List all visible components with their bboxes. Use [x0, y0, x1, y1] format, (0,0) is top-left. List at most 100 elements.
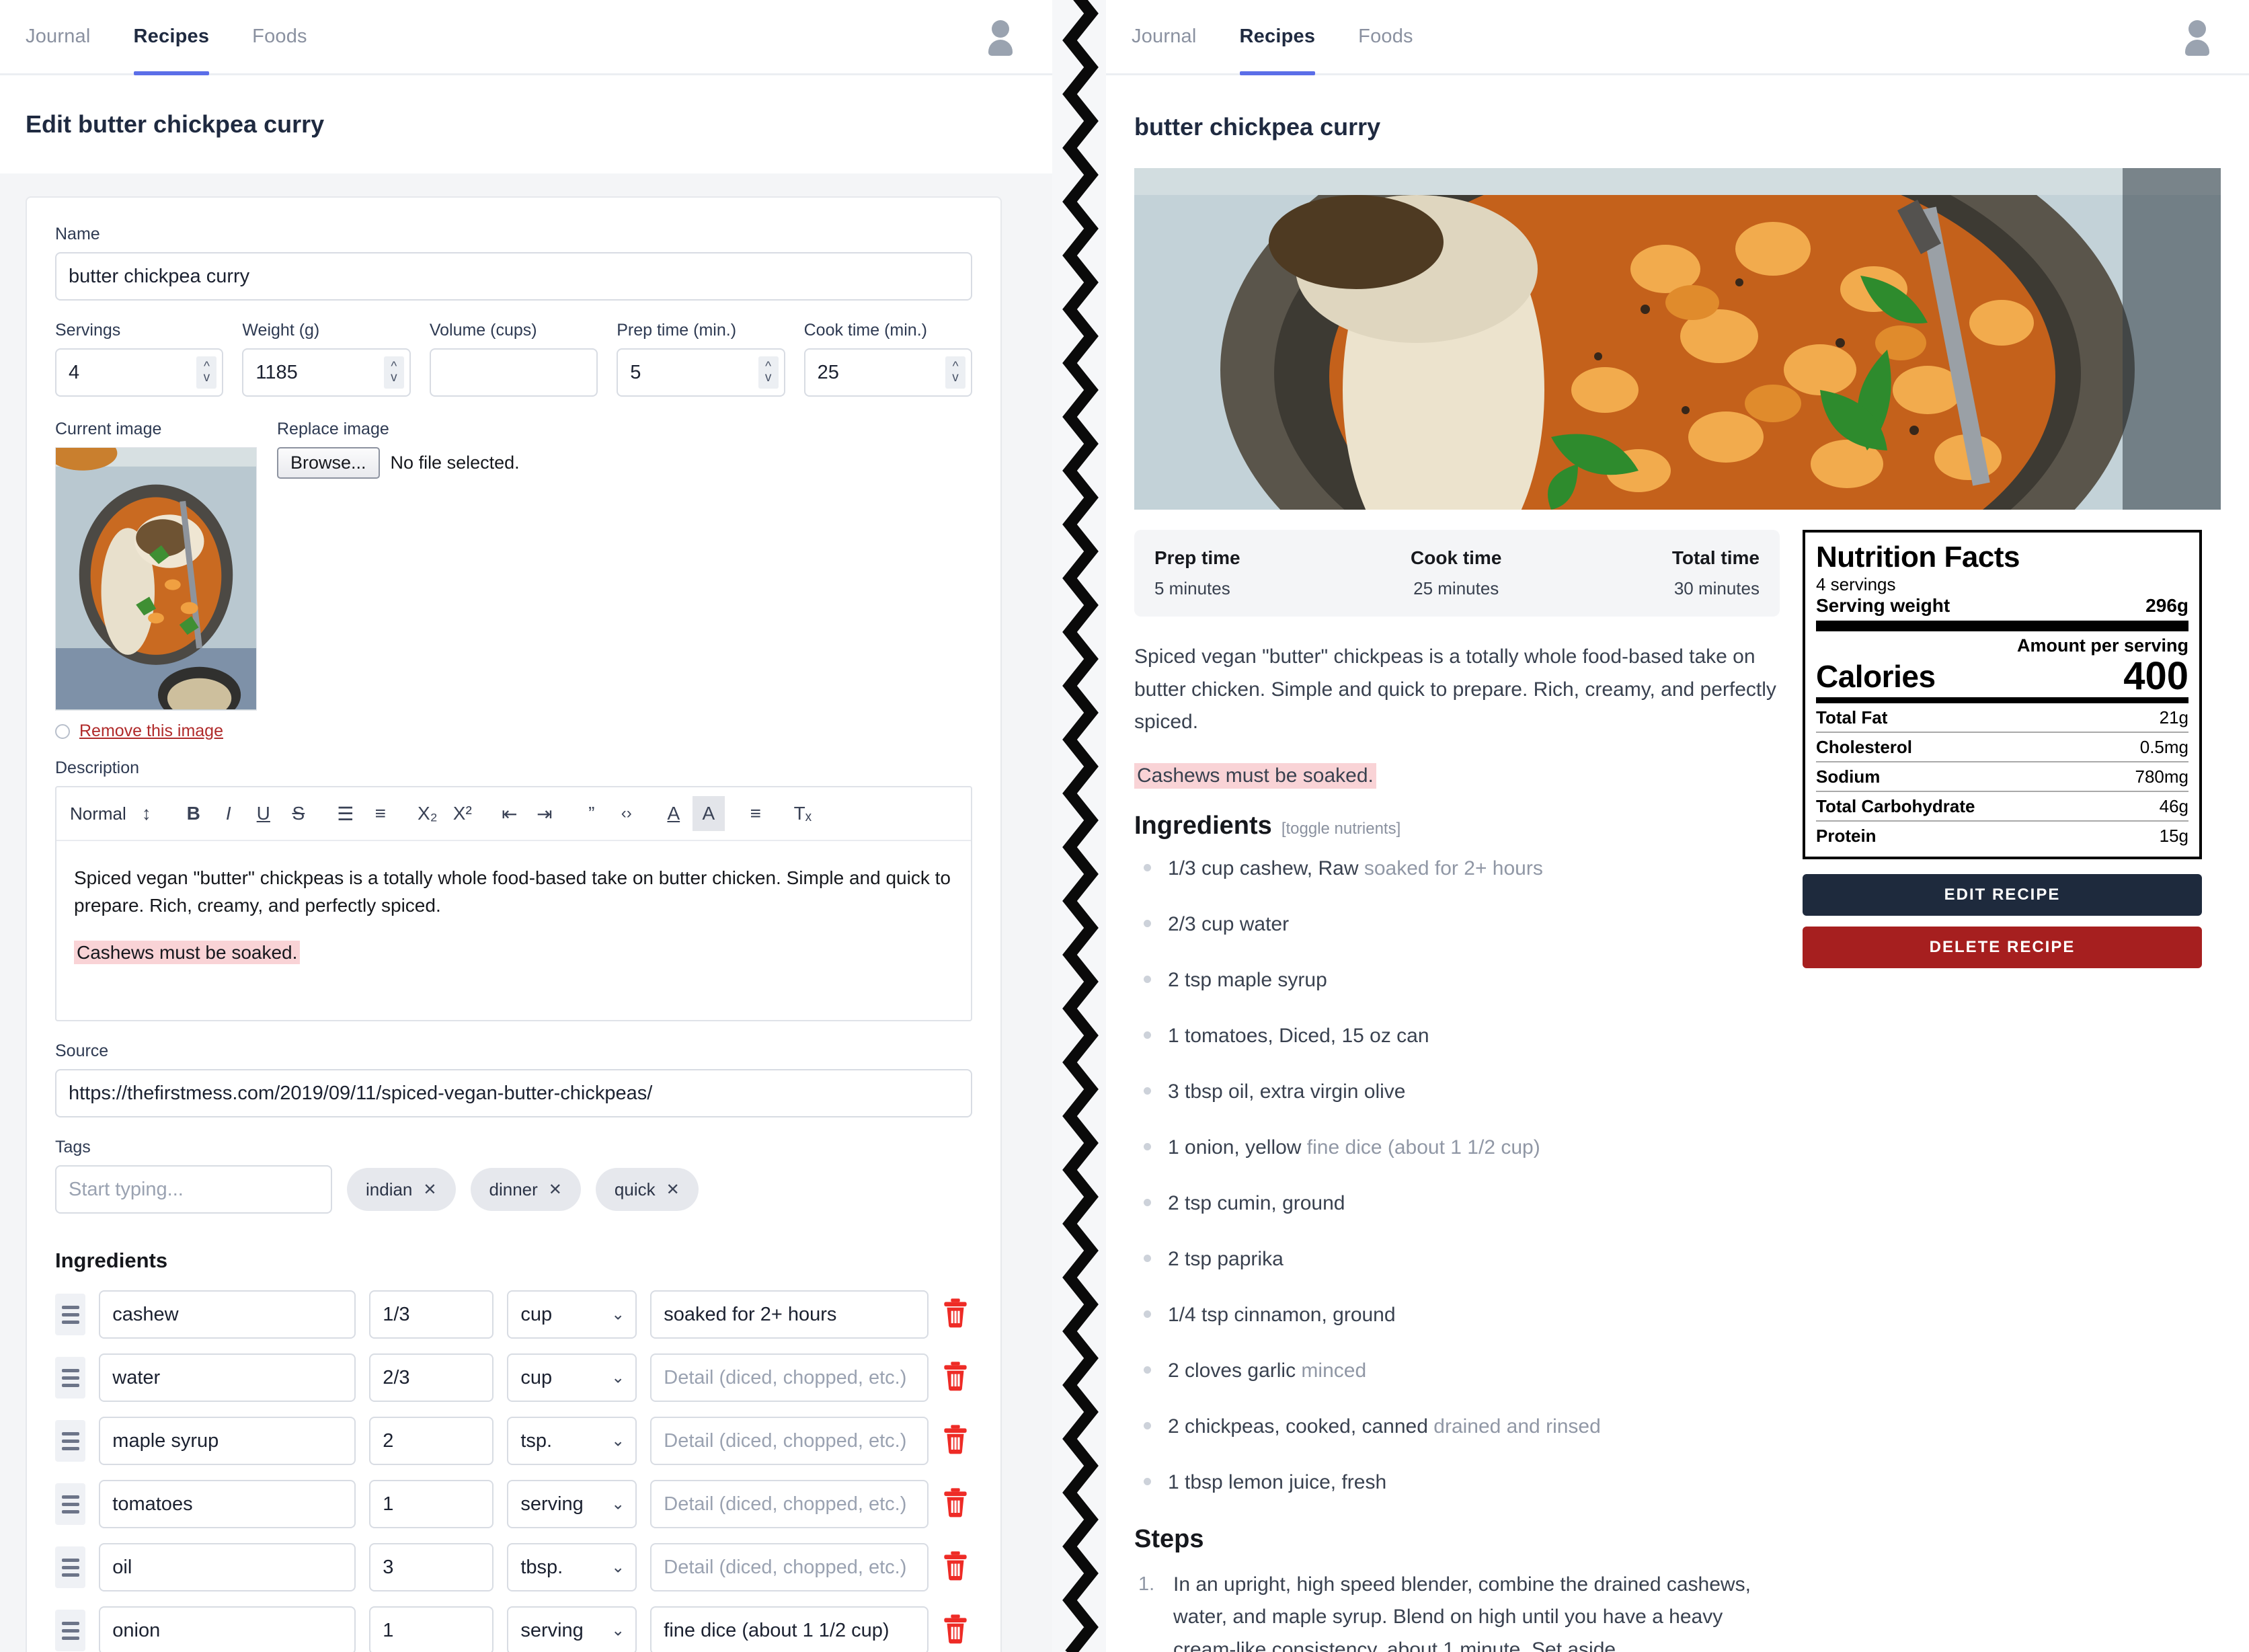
ingredient-quantity-input[interactable] [369, 1417, 494, 1465]
trash-icon[interactable] [942, 1614, 972, 1648]
sidebar-item-foods[interactable]: Foods [1358, 0, 1413, 73]
ingredient-name-input[interactable] [99, 1543, 356, 1591]
ingredient-detail-input[interactable] [650, 1417, 929, 1465]
ingredient-quantity-input[interactable] [369, 1290, 494, 1339]
weight-stepper: ^v [242, 348, 411, 397]
ordered-list-icon[interactable]: ☰ [329, 796, 362, 831]
blockquote-icon[interactable]: ” [576, 796, 608, 831]
nutrient-row: Cholesterol 0.5mg [1816, 733, 2188, 761]
volume-input[interactable] [429, 348, 598, 397]
weight-spin-buttons[interactable]: ^ v [383, 356, 404, 389]
tag-pill-dinner[interactable]: dinner ✕ [470, 1168, 581, 1211]
ingredient-detail-input[interactable] [650, 1543, 929, 1591]
trash-icon[interactable] [942, 1361, 972, 1395]
ingredient-unit-select[interactable]: cuptsp.tbsp.servinggoz [507, 1480, 637, 1528]
ingredient-quantity-input[interactable] [369, 1606, 494, 1652]
ingredient-unit-wrap: cuptsp.tbsp.servinggoz⌄ [507, 1480, 637, 1528]
ingredients-section-title: Ingredients [55, 1249, 168, 1272]
cook-time-spin-buttons[interactable]: ^ v [945, 356, 966, 389]
ingredient-unit-select[interactable]: cuptsp.tbsp.servinggoz [507, 1417, 637, 1465]
user-avatar-icon[interactable] [2180, 19, 2214, 56]
amount-per-serving-label: Amount per serving [2016, 635, 2188, 656]
ingredient-unit-select[interactable]: cuptsp.tbsp.servinggoz [507, 1606, 637, 1652]
text-color-icon[interactable]: A [658, 796, 690, 831]
strikethrough-icon[interactable]: S [282, 796, 315, 831]
ingredient-unit-select[interactable]: cuptsp.tbsp.servinggoz [507, 1290, 637, 1339]
ingredient-main: 2/3 cup water [1168, 912, 1290, 935]
trash-icon[interactable] [942, 1487, 972, 1522]
sidebar-item-recipes[interactable]: Recipes [1239, 0, 1316, 75]
close-icon[interactable]: ✕ [423, 1180, 436, 1199]
tag-pill-quick[interactable]: quick ✕ [595, 1168, 699, 1211]
bold-icon[interactable]: B [177, 796, 210, 831]
toggle-nutrients-link[interactable]: [toggle nutrients] [1281, 820, 1400, 838]
tag-input[interactable] [55, 1165, 332, 1214]
drag-handle-icon[interactable] [55, 1610, 86, 1651]
ingredient-name-input[interactable] [99, 1606, 356, 1652]
format-dropdown-icon[interactable]: ↕ [130, 796, 163, 831]
prep-time-label: Prep time (min.) [617, 321, 737, 340]
right-navbar: Journal Recipes Foods [1106, 0, 2249, 75]
prep-time-spin-buttons[interactable]: ^ v [758, 356, 779, 389]
bullet-list-icon[interactable]: ≡ [364, 796, 397, 831]
remove-image-label[interactable]: Remove this image [79, 721, 223, 741]
ingredient-detail-input[interactable] [650, 1480, 929, 1528]
tags-field-group: Tags indian ✕ dinner ✕ quick [55, 1138, 972, 1214]
tag-label: indian [366, 1179, 413, 1199]
indent-icon[interactable]: ⇥ [528, 796, 561, 831]
sidebar-item-journal[interactable]: Journal [26, 0, 91, 73]
background-color-icon[interactable]: A [692, 796, 725, 831]
ingredient-quantity-input[interactable] [369, 1480, 494, 1528]
code-block-icon[interactable]: ‹› [610, 796, 643, 831]
drag-handle-icon[interactable] [55, 1483, 86, 1525]
subscript-icon[interactable]: X₂ [411, 796, 444, 831]
cook-time-field-group: Cook time (min.) ^v [803, 321, 973, 397]
superscript-icon[interactable]: X² [446, 796, 479, 831]
delete-recipe-button[interactable]: DELETE RECIPE [1803, 927, 2202, 969]
outdent-icon[interactable]: ⇤ [494, 796, 526, 831]
tag-pill-indian[interactable]: indian ✕ [347, 1168, 456, 1211]
clear-format-icon[interactable]: Tₓ [787, 796, 819, 831]
ingredient-name-input[interactable] [99, 1290, 356, 1339]
format-select-label[interactable]: Normal [70, 803, 126, 824]
underline-icon[interactable]: U [247, 796, 280, 831]
sidebar-item-foods[interactable]: Foods [252, 0, 307, 73]
ingredient-unit-select[interactable]: cuptsp.tbsp.servinggoz [507, 1353, 637, 1402]
ingredient-name-input[interactable] [99, 1353, 356, 1402]
editor-content-area[interactable]: Spiced vegan "butter" chickpeas is a tot… [56, 841, 971, 1020]
italic-icon[interactable]: I [212, 796, 245, 831]
trash-icon[interactable] [942, 1298, 972, 1332]
ingredient-detail-input[interactable] [650, 1290, 929, 1339]
close-icon[interactable]: ✕ [549, 1180, 562, 1199]
ingredient-detail-input[interactable] [650, 1606, 929, 1652]
ingredient-quantity-input[interactable] [369, 1353, 494, 1402]
ingredient-main: 2 chickpeas, cooked, canned [1168, 1415, 1428, 1438]
edit-recipe-button[interactable]: EDIT RECIPE [1803, 874, 2202, 916]
ingredient-unit-select[interactable]: cuptsp.tbsp.servinggoz [507, 1543, 637, 1591]
sidebar-item-journal[interactable]: Journal [1132, 0, 1197, 73]
sidebar-item-recipes[interactable]: Recipes [133, 0, 210, 75]
drag-handle-icon[interactable] [55, 1294, 86, 1335]
drag-handle-icon[interactable] [55, 1420, 86, 1462]
user-avatar-icon[interactable] [984, 19, 1017, 56]
ingredient-name-input[interactable] [99, 1480, 356, 1528]
browse-button[interactable]: Browse... [277, 447, 380, 479]
remove-image-checkbox[interactable] [55, 723, 70, 739]
align-icon[interactable]: ≡ [740, 796, 772, 831]
ingredient-quantity-input[interactable] [369, 1543, 494, 1591]
ingredient-main: 2 cloves garlic [1168, 1359, 1296, 1382]
ingredient-name-input[interactable] [99, 1417, 356, 1465]
servings-spin-buttons[interactable]: ^ v [196, 356, 217, 389]
drag-handle-icon[interactable] [55, 1357, 86, 1399]
ingredient-detail-input[interactable] [650, 1353, 929, 1402]
tab-label-journal: Journal [26, 26, 91, 47]
close-icon[interactable]: ✕ [666, 1180, 680, 1199]
current-image-thumbnail [55, 447, 257, 711]
trash-icon[interactable] [942, 1550, 972, 1585]
source-input[interactable] [55, 1069, 972, 1117]
trash-icon[interactable] [942, 1424, 972, 1458]
drag-handle-icon[interactable] [55, 1546, 86, 1588]
prep-time-value: 5 minutes [1154, 578, 1230, 598]
right-nav-tabs: Journal Recipes Foods [1106, 0, 1456, 75]
recipe-name-input[interactable] [55, 252, 972, 301]
